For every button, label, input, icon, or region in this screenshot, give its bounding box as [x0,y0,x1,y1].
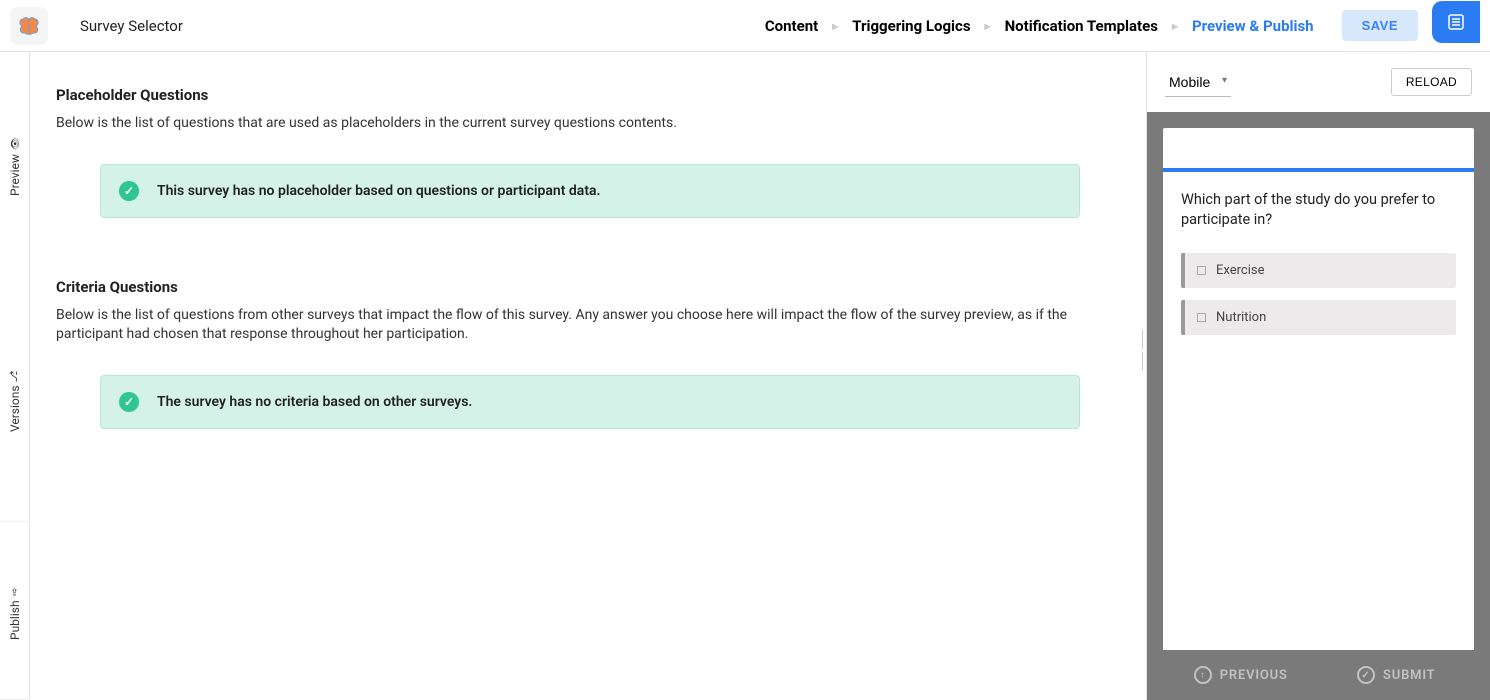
branch-icon: ⎇ [10,371,21,382]
submit-button[interactable]: ✓ SUBMIT [1319,666,1475,684]
chevron-right-icon: ▸ [975,19,1001,33]
submit-label: SUBMIT [1383,668,1435,683]
rail-tab-publish[interactable]: Publish ⇪ [0,530,30,700]
option-label: Exercise [1216,263,1264,278]
brain-icon [17,16,41,36]
check-circle-icon: ✓ [119,392,139,412]
left-rail: Preview 👁 Versions ⎇ Publish ⇪ [0,52,30,700]
top-header: Survey Selector Content ▸ Triggering Log… [0,0,1490,52]
criteria-section-title: Criteria Questions [56,278,1120,296]
rail-tab-versions[interactable]: Versions ⎇ [0,282,30,522]
device-select[interactable]: Mobile [1165,68,1231,97]
previous-button[interactable]: ↑ PREVIOUS [1163,666,1319,684]
sidebar-toggle-button[interactable] [1432,1,1480,43]
app-logo[interactable] [10,7,48,45]
survey-option[interactable]: Exercise [1181,253,1456,288]
main-content: Placeholder Questions Below is the list … [30,52,1146,700]
criteria-alert: ✓ The survey has no criteria based on ot… [100,375,1080,429]
checkbox-icon [1197,266,1206,275]
save-button[interactable]: SAVE [1342,10,1418,41]
nav-step-notification[interactable]: Notification Templates [1001,17,1162,35]
criteria-section-desc: Below is the list of questions from othe… [56,306,1096,345]
eye-icon: 👁 [9,139,22,150]
rail-tab-label: Preview [8,154,22,196]
criteria-alert-text: The survey has no criteria based on othe… [157,394,472,410]
nav-step-preview-publish[interactable]: Preview & Publish [1188,17,1318,35]
list-icon [1446,12,1466,32]
placeholder-alert-text: This survey has no placeholder based on … [157,183,601,199]
placeholder-alert: ✓ This survey has no placeholder based o… [100,164,1080,218]
upload-icon: ⇪ [11,587,19,598]
chevron-right-icon: ▸ [822,19,848,33]
option-label: Nutrition [1216,310,1266,325]
resize-handle[interactable] [1138,330,1146,370]
device-frame: Which part of the study do you prefer to… [1147,112,1490,700]
check-circle-icon: ✓ [119,181,139,201]
preview-toolbar: Mobile RELOAD [1147,52,1490,112]
phone-body: Which part of the study do you prefer to… [1163,172,1474,650]
wizard-nav: Content ▸ Triggering Logics ▸ Notificati… [761,17,1318,35]
nav-step-content[interactable]: Content [761,17,822,35]
reload-button[interactable]: RELOAD [1391,68,1472,96]
phone-footer: ↑ PREVIOUS ✓ SUBMIT [1163,650,1474,700]
survey-question: Which part of the study do you prefer to… [1181,190,1456,231]
phone-header-bar [1163,128,1474,172]
rail-tab-label: Publish [8,601,22,641]
placeholder-section-title: Placeholder Questions [56,86,1120,104]
survey-title: Survey Selector [80,17,183,35]
checkbox-icon [1197,313,1206,322]
placeholder-section-desc: Below is the list of questions that are … [56,114,1096,134]
previous-label: PREVIOUS [1220,668,1288,683]
rail-tab-preview[interactable]: Preview 👁 [0,52,30,282]
nav-step-triggering[interactable]: Triggering Logics [848,17,974,35]
arrow-up-circle-icon: ↑ [1194,666,1212,684]
preview-panel: Mobile RELOAD Which part of the study do… [1146,52,1490,700]
check-circle-icon: ✓ [1357,666,1375,684]
chevron-right-icon: ▸ [1162,19,1188,33]
survey-option[interactable]: Nutrition [1181,300,1456,335]
rail-tab-label: Versions [8,386,22,433]
